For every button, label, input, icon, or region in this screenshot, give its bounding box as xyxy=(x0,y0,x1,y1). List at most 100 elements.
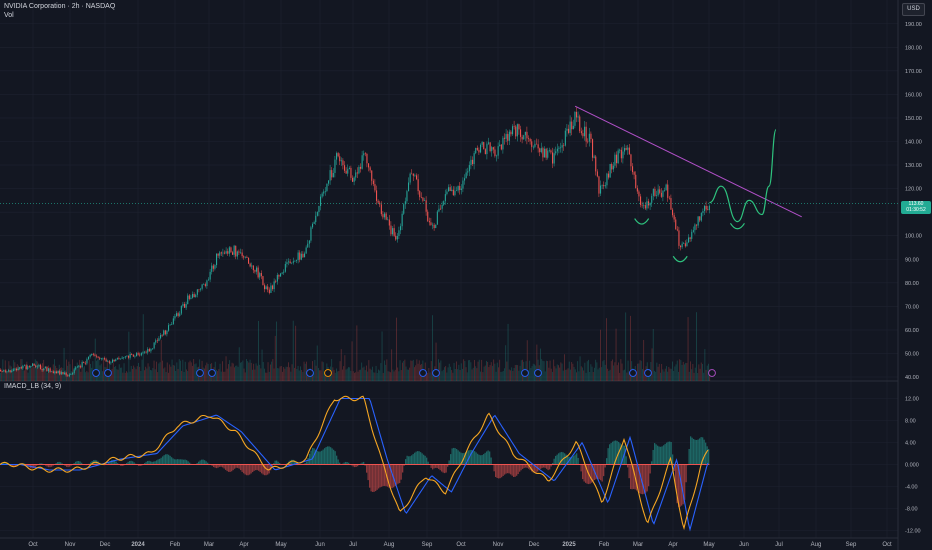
volume-bar xyxy=(661,363,663,381)
volume-bar xyxy=(532,363,534,381)
histogram-bar xyxy=(514,464,516,477)
candle-body xyxy=(566,128,568,131)
histogram-bar xyxy=(252,464,254,473)
volume-bar xyxy=(70,371,72,381)
candle-body xyxy=(262,276,264,286)
candle-body xyxy=(688,237,690,243)
time-tick-label: Mar xyxy=(633,542,643,548)
volume-bar xyxy=(321,361,323,381)
candle-body xyxy=(54,371,56,374)
histogram-bar xyxy=(454,448,456,465)
candle-body xyxy=(48,368,50,372)
candle-body xyxy=(204,284,206,287)
volume-bar xyxy=(350,370,352,381)
candle-body xyxy=(609,164,611,178)
volume-bar xyxy=(285,366,287,381)
trendline xyxy=(574,105,802,218)
candle-body xyxy=(24,365,26,366)
volume-bar xyxy=(577,361,579,381)
volume-bar xyxy=(301,369,303,381)
price-tick-label: 70.00 xyxy=(905,304,919,310)
volume-bar xyxy=(289,367,291,381)
volume-bar xyxy=(162,360,163,381)
histogram-bar xyxy=(645,464,647,493)
candle-body xyxy=(326,183,328,192)
volume-bar xyxy=(355,372,357,381)
candle-body xyxy=(209,271,211,280)
volume-bar xyxy=(139,366,141,381)
symbol-title[interactable]: NVIDIA Corporation · 2h · NASDAQ xyxy=(4,3,115,10)
candle-body xyxy=(171,324,173,325)
candle-body xyxy=(396,236,398,240)
candle-body xyxy=(264,285,266,290)
candle-body xyxy=(617,150,619,164)
histogram-bar xyxy=(408,456,410,465)
histogram-bar xyxy=(693,438,695,465)
volume-bar xyxy=(102,371,103,381)
volume-bar xyxy=(642,369,643,381)
candle-body xyxy=(51,371,53,372)
histogram-bar xyxy=(378,464,380,489)
histogram-bar xyxy=(577,457,579,465)
indicator-axis[interactable]: 12.00 8.00 4.00 0.000 -4.00 -8.00 -12.00 xyxy=(905,397,921,535)
candle-body xyxy=(600,185,602,194)
candle-body xyxy=(494,149,496,157)
histogram-bar xyxy=(598,464,600,480)
volume-label[interactable]: Vol xyxy=(4,12,14,19)
histogram-bar xyxy=(168,454,170,465)
candle-body xyxy=(348,167,350,170)
volume-bar xyxy=(460,363,462,381)
volume-bar xyxy=(84,366,85,381)
volume-bar xyxy=(686,362,688,381)
candle-body xyxy=(206,280,208,287)
time-tick-label: Nov xyxy=(65,542,76,548)
earnings-marker xyxy=(92,369,100,377)
volume-bar xyxy=(356,325,358,381)
time-axis[interactable]: Oct Nov Dec 2024 Feb Mar Apr May Jun Jul Aug Sep Oct… xyxy=(28,542,892,548)
volume-bar xyxy=(680,360,682,381)
candle-body xyxy=(478,149,480,153)
volume-bar xyxy=(188,362,190,381)
time-tick-label: Jul xyxy=(349,542,357,548)
candle-body xyxy=(422,197,424,201)
chart-canvas[interactable]: 190.00 180.00 170.00 160.00 150.00 140.00 130.… xyxy=(0,0,932,550)
price-tick-label: 130.00 xyxy=(905,163,922,169)
candle-body xyxy=(500,144,502,150)
volume-bar xyxy=(546,360,547,381)
volume-bar xyxy=(700,362,702,381)
volume-bar xyxy=(187,371,189,381)
volume-bar xyxy=(477,361,479,381)
histogram-bar xyxy=(696,440,698,465)
candle-body xyxy=(665,184,667,191)
candle-body xyxy=(185,304,187,308)
histogram-bar xyxy=(405,459,407,465)
volume-bar xyxy=(283,367,285,381)
histogram-bar xyxy=(426,457,428,465)
histogram-bar xyxy=(435,464,437,468)
histogram-bar xyxy=(319,451,321,465)
volume-bar xyxy=(495,371,497,381)
candle-body xyxy=(481,142,483,145)
candle-body xyxy=(568,128,570,133)
histogram-bar xyxy=(411,455,413,465)
candle-body xyxy=(291,262,293,264)
volume-bar xyxy=(220,371,222,381)
candle-body xyxy=(531,141,533,147)
candle-body xyxy=(392,228,394,235)
volume-bar xyxy=(706,365,708,381)
histogram-bar xyxy=(603,464,605,477)
candle-body xyxy=(552,152,554,164)
candle-body xyxy=(273,281,275,290)
candle-body xyxy=(283,271,285,273)
candle-body xyxy=(307,243,309,248)
volume-bar xyxy=(181,370,183,381)
indicator-label[interactable]: IMACD_LB (34, 9) xyxy=(4,383,61,390)
volume-bar xyxy=(319,370,321,381)
candle-body xyxy=(116,358,118,360)
currency-button[interactable]: USD xyxy=(902,3,925,16)
histogram-bar xyxy=(625,456,627,465)
histogram-bar xyxy=(607,448,609,465)
volume-bar xyxy=(692,364,694,381)
histogram-bar xyxy=(307,457,309,465)
volume-bar xyxy=(393,371,395,381)
